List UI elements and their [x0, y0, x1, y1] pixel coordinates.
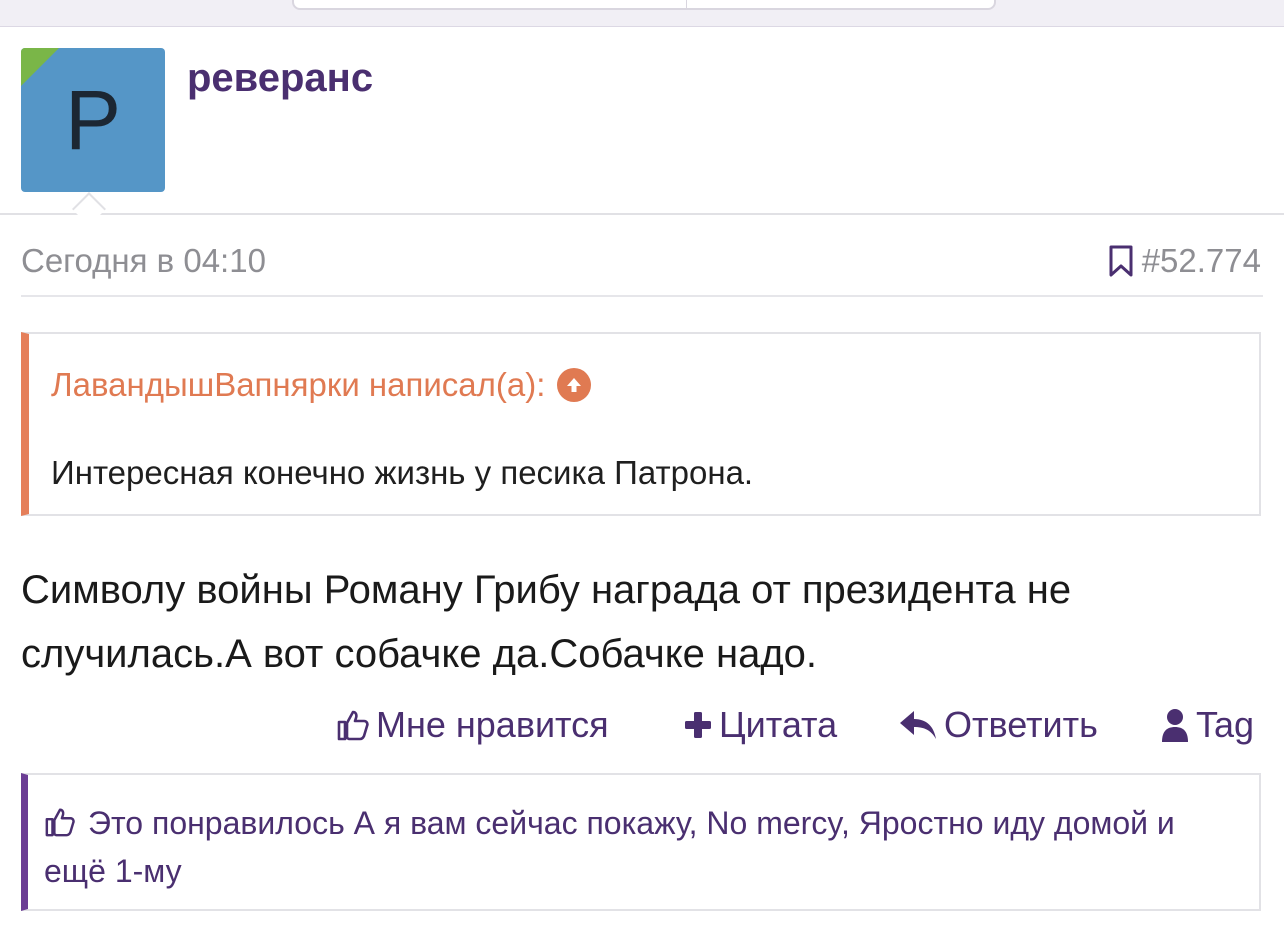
top-tab-control[interactable] [292, 0, 996, 10]
quote-author[interactable]: ЛавандышВапнярки написал(а): [51, 366, 592, 404]
user-icon [1162, 709, 1188, 742]
post-body: Символу войны Роману Грибу награда от пр… [21, 568, 1072, 676]
reply-icon [900, 711, 936, 739]
tag-button[interactable]: Tag [1160, 704, 1254, 746]
username-link[interactable]: реверанс [187, 56, 373, 101]
quote-label: Цитата [719, 704, 838, 745]
likes-text[interactable]: Это понравилось А я вам сейчас покажу, N… [44, 805, 1175, 889]
browser-top-bar [0, 0, 1284, 27]
thumbs-up-icon [45, 808, 75, 837]
quote-block: ЛавандышВапнярки написал(а): Интересная … [21, 332, 1261, 516]
post-date[interactable]: Сегодня в 04:10 [21, 242, 266, 280]
avatar-letter: P [64, 73, 122, 167]
post-number: #52.774 [1141, 242, 1261, 279]
tag-label: Tag [1196, 704, 1255, 745]
quote-button[interactable]: Цитата [683, 704, 837, 746]
like-label: Мне нравится [376, 704, 609, 745]
quote-text: Интересная конечно жизнь у песика Патрон… [51, 454, 754, 491]
likes-summary: Это понравилось А я вам сейчас покажу, N… [21, 773, 1261, 911]
meta-divider [21, 295, 1263, 297]
header-divider [0, 213, 1284, 215]
post-actions: Мне нравится Цитата Ответить Tag [0, 704, 1284, 754]
like-button[interactable]: Мне нравится [336, 704, 609, 746]
quote-author-label: ЛавандышВапнярки написал(а): [51, 366, 546, 403]
arrow-up-circle-icon[interactable] [557, 368, 592, 402]
post-number-link[interactable]: #52.774 [1108, 242, 1261, 280]
avatar[interactable]: P [21, 48, 165, 192]
avatar-pointer [72, 192, 106, 226]
bookmark-icon [1109, 245, 1133, 277]
thumbs-up-icon [337, 710, 369, 741]
reply-button[interactable]: Ответить [898, 704, 1098, 746]
reply-label: Ответить [944, 704, 1098, 745]
plus-icon [685, 712, 711, 738]
